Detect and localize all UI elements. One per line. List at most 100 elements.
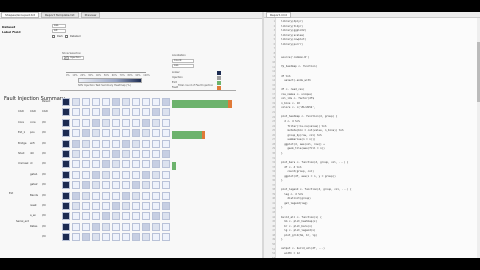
heatmap-cell[interactable] <box>62 129 70 138</box>
heatmap-cell[interactable] <box>142 139 150 148</box>
heatmap-cell[interactable] <box>122 118 130 127</box>
heatmap-cell[interactable] <box>152 222 160 231</box>
heatmap-cell[interactable] <box>112 139 120 148</box>
heatmap-cell[interactable] <box>82 222 90 231</box>
heatmap-cell[interactable] <box>102 191 110 200</box>
heatmap-cell[interactable] <box>92 129 100 138</box>
heatmap-cell[interactable] <box>152 150 160 158</box>
heatmap-cell[interactable] <box>152 98 160 106</box>
heatmap-cell[interactable] <box>142 160 150 169</box>
heatmap-cell[interactable] <box>142 150 150 158</box>
heatmap-cell[interactable] <box>112 98 120 106</box>
heatmap-cell[interactable] <box>132 129 140 138</box>
heatmap-cell[interactable] <box>142 181 150 190</box>
heatmap-cell[interactable] <box>142 233 150 242</box>
heatmap-cell[interactable] <box>82 202 90 210</box>
heatmap-cell[interactable] <box>162 98 170 106</box>
heatmap-cell[interactable] <box>162 222 170 231</box>
heatmap-cell[interactable] <box>112 181 120 190</box>
dataset-input[interactable]: ALL <box>52 24 66 28</box>
heatmap-cell[interactable] <box>62 108 70 117</box>
heatmap-cell[interactable] <box>132 222 140 231</box>
heatmap-cell[interactable] <box>132 191 140 200</box>
heatmap-cell[interactable] <box>142 222 150 231</box>
heatmap-cell[interactable] <box>122 98 130 106</box>
legend-dropdown-all[interactable]: ALL <box>172 64 194 68</box>
heatmap-cell[interactable] <box>112 108 120 117</box>
heatmap-cell[interactable] <box>122 160 130 169</box>
heatmap-cell[interactable] <box>122 202 130 210</box>
heatmap-cell[interactable] <box>92 98 100 106</box>
heatmap-cell[interactable] <box>122 181 130 190</box>
heatmap-cell[interactable] <box>162 202 170 210</box>
heatmap-cell[interactable] <box>162 139 170 148</box>
heatmap-cell[interactable] <box>152 139 160 148</box>
heatmap-cell[interactable] <box>92 118 100 127</box>
heatmap-cell[interactable] <box>62 212 70 221</box>
heatmap-cell[interactable] <box>132 150 140 158</box>
heatmap-cell[interactable] <box>72 98 80 106</box>
heatmap-cell[interactable] <box>82 118 90 127</box>
heatmap-cell[interactable] <box>152 202 160 210</box>
heatmap-cell[interactable] <box>102 181 110 190</box>
heatmap-cell[interactable] <box>72 108 80 117</box>
heatmap-cell[interactable] <box>62 139 70 148</box>
heatmap-cell[interactable] <box>92 222 100 231</box>
heatmap-cell[interactable] <box>62 202 70 210</box>
heatmap-cell[interactable] <box>152 160 160 169</box>
heatmap-cell[interactable] <box>162 129 170 138</box>
heatmap-cell[interactable] <box>102 139 110 148</box>
heatmap-cell[interactable] <box>82 139 90 148</box>
heatmap-cell[interactable] <box>112 191 120 200</box>
heatmap-cell[interactable] <box>92 181 100 190</box>
heatmap-cell[interactable] <box>102 170 110 179</box>
heatmap-cell[interactable] <box>102 129 110 138</box>
heatmap-cell[interactable] <box>72 212 80 221</box>
heatmap-cell[interactable] <box>162 108 170 117</box>
tab-preview[interactable]: Preview <box>80 12 101 18</box>
heatmap-cell[interactable] <box>122 170 130 179</box>
heatmap-cell[interactable] <box>142 118 150 127</box>
heatmap-cell[interactable] <box>72 139 80 148</box>
heatmap-cell[interactable] <box>62 118 70 127</box>
heatmap-cell[interactable] <box>122 139 130 148</box>
heatmap-cell[interactable] <box>62 160 70 169</box>
heatmap-cell[interactable] <box>122 150 130 158</box>
heatmap-cell[interactable] <box>62 181 70 190</box>
heatmap-cell[interactable] <box>92 150 100 158</box>
heatmap-cell[interactable] <box>92 170 100 179</box>
dark-checkbox[interactable] <box>52 35 55 38</box>
heatmap-cell[interactable] <box>102 212 110 221</box>
heatmap-cell[interactable] <box>142 212 150 221</box>
heatmap-cell[interactable] <box>102 233 110 242</box>
heatmap-cell[interactable] <box>92 108 100 117</box>
heatmap-cell[interactable] <box>102 160 110 169</box>
heatmap-cell[interactable] <box>112 129 120 138</box>
heatmap-cell[interactable] <box>62 150 70 158</box>
heatmap-cell[interactable] <box>142 170 150 179</box>
detailed-checkbox[interactable] <box>64 35 68 38</box>
heatmap-cell[interactable] <box>112 233 120 242</box>
heatmap-cell[interactable] <box>112 212 120 221</box>
heatmap-dropdown[interactable]: SDV Injection Test <box>62 56 84 61</box>
heatmap-cell[interactable] <box>82 108 90 117</box>
heatmap-cell[interactable] <box>162 170 170 179</box>
heatmap-cell[interactable] <box>122 222 130 231</box>
heatmap-cell[interactable] <box>72 129 80 138</box>
heatmap-cell[interactable] <box>142 129 150 138</box>
heatmap-cell[interactable] <box>102 150 110 158</box>
heatmap-cell[interactable] <box>132 212 140 221</box>
heatmap-cell[interactable] <box>82 150 90 158</box>
heatmap-cell[interactable] <box>152 191 160 200</box>
heatmap-cell[interactable] <box>132 233 140 242</box>
heatmap-cell[interactable] <box>162 181 170 190</box>
heatmap-cell[interactable] <box>72 191 80 200</box>
heatmap-cell[interactable] <box>132 98 140 106</box>
heatmap-cell[interactable] <box>132 202 140 210</box>
heatmap-cell[interactable] <box>82 233 90 242</box>
heatmap-cell[interactable] <box>102 202 110 210</box>
heatmap-cell[interactable] <box>142 98 150 106</box>
heatmap-cell[interactable] <box>102 98 110 106</box>
heatmap-cell[interactable] <box>122 233 130 242</box>
heatmap-cell[interactable] <box>102 108 110 117</box>
